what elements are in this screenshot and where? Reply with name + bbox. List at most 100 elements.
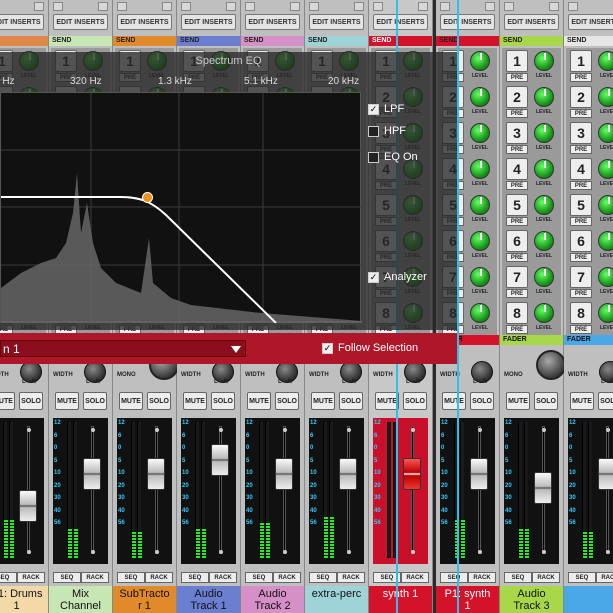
send-level-knob[interactable] [534, 123, 554, 143]
seq-button[interactable]: SEQ [309, 572, 337, 583]
solo-button[interactable]: SOLO [339, 392, 363, 410]
send-level-knob[interactable] [534, 303, 554, 323]
send-button[interactable]: 6 [506, 230, 528, 252]
pre-button[interactable]: PRE [570, 253, 592, 262]
analyzer-checkbox[interactable]: ✓ Analyzer [368, 271, 427, 283]
rack-button[interactable]: RACK [209, 572, 237, 583]
rack-button[interactable]: RACK [337, 572, 365, 583]
volume-fader[interactable] [403, 457, 421, 490]
send-button[interactable]: 1 [506, 50, 528, 72]
rack-button[interactable]: RACK [401, 572, 429, 583]
insert-led[interactable] [418, 2, 428, 11]
insert-led[interactable] [504, 2, 514, 11]
mute-button[interactable]: MUTE [442, 392, 466, 410]
hpf-checkbox[interactable]: HPF [368, 125, 406, 137]
rack-button[interactable]: RACK [532, 572, 560, 583]
channel-name[interactable]: P1: Drums1 [0, 586, 48, 613]
solo-button[interactable]: SOLO [470, 392, 494, 410]
follow-selection-checkbox[interactable]: ✓ Follow Selection [322, 342, 418, 354]
insert-led[interactable] [162, 2, 172, 11]
send-button[interactable]: 3 [570, 122, 592, 144]
insert-led[interactable] [354, 2, 364, 11]
pan-knob[interactable] [536, 350, 566, 380]
mute-button[interactable]: MUTE [570, 392, 594, 410]
insert-led[interactable] [226, 2, 236, 11]
pre-button[interactable]: PRE [506, 145, 528, 154]
checkbox-box[interactable]: ✓ [368, 271, 379, 283]
rack-button[interactable]: RACK [596, 572, 613, 583]
send-level-knob[interactable] [470, 303, 490, 323]
edit-inserts-button[interactable]: EDIT INSERTS [181, 14, 236, 30]
seq-button[interactable]: SEQ [440, 572, 468, 583]
rack-button[interactable]: RACK [17, 572, 45, 583]
channel-name[interactable]: Audio Track 1 [177, 586, 240, 613]
lpf-checkbox[interactable]: ✓ LPF [368, 103, 404, 115]
insert-led[interactable] [98, 2, 108, 11]
mute-button[interactable]: MUTE [506, 392, 530, 410]
send-button[interactable]: 3 [506, 122, 528, 144]
send-level-knob[interactable] [598, 51, 613, 71]
checkbox-box[interactable]: ✓ [368, 103, 379, 115]
seq-button[interactable]: SEQ [53, 572, 81, 583]
mute-button[interactable]: MUTE [247, 392, 271, 410]
send-button[interactable]: 6 [570, 230, 592, 252]
edit-inserts-button[interactable]: EDIT INSERTS [568, 14, 613, 30]
send-level-knob[interactable] [470, 51, 490, 71]
checkbox-box[interactable] [368, 151, 379, 163]
pre-button[interactable]: PRE [506, 217, 528, 226]
chevron-down-icon[interactable] [231, 346, 241, 353]
insert-led[interactable] [117, 2, 127, 11]
solo-button[interactable]: SOLO [403, 392, 427, 410]
insert-led[interactable] [373, 2, 383, 11]
seq-button[interactable]: SEQ [117, 572, 145, 583]
pre-button[interactable]: PRE [506, 253, 528, 262]
pre-button[interactable]: PRE [570, 289, 592, 298]
solo-button[interactable]: SOLO [147, 392, 171, 410]
volume-fader[interactable] [534, 472, 552, 505]
send-level-knob[interactable] [598, 159, 613, 179]
eq-on-checkbox[interactable]: EQ On [368, 151, 418, 163]
send-level-knob[interactable] [534, 159, 554, 179]
pre-button[interactable]: PRE [506, 181, 528, 190]
pre-button[interactable]: PRE [570, 217, 592, 226]
pre-button[interactable]: PRE [570, 73, 592, 82]
send-button[interactable]: 8 [506, 302, 528, 324]
edit-inserts-button[interactable]: EDIT INSERTS [440, 14, 495, 30]
solo-button[interactable]: SOLO [19, 392, 43, 410]
send-button[interactable]: 1 [570, 50, 592, 72]
volume-fader[interactable] [598, 457, 613, 490]
send-button[interactable]: 2 [506, 86, 528, 108]
pre-button[interactable]: PRE [506, 325, 528, 334]
seq-button[interactable]: SEQ [245, 572, 273, 583]
pre-button[interactable]: PRE [570, 145, 592, 154]
insert-led[interactable] [309, 2, 319, 11]
send-level-knob[interactable] [534, 195, 554, 215]
pre-button[interactable]: PRE [570, 181, 592, 190]
insert-led[interactable] [181, 2, 191, 11]
send-button[interactable]: 7 [570, 266, 592, 288]
pre-button[interactable]: PRE [506, 73, 528, 82]
pre-button[interactable]: PRE [570, 109, 592, 118]
send-level-knob[interactable] [470, 159, 490, 179]
solo-button[interactable]: SOLO [211, 392, 235, 410]
solo-button[interactable]: SOLO [275, 392, 299, 410]
send-button[interactable]: 5 [506, 194, 528, 216]
mute-button[interactable]: MUTE [311, 392, 335, 410]
pre-button[interactable]: PRE [506, 289, 528, 298]
send-level-knob[interactable] [534, 231, 554, 251]
seq-button[interactable]: SEQ [504, 572, 532, 583]
mute-button[interactable]: MUTE [55, 392, 79, 410]
insert-led[interactable] [290, 2, 300, 11]
send-level-knob[interactable] [470, 87, 490, 107]
send-level-knob[interactable] [598, 123, 613, 143]
send-button[interactable]: 4 [570, 158, 592, 180]
eq-graph[interactable] [0, 92, 362, 324]
volume-fader[interactable] [19, 489, 37, 522]
rack-button[interactable]: RACK [145, 572, 173, 583]
pre-button[interactable]: PRE [506, 109, 528, 118]
solo-button[interactable]: SOLO [598, 392, 613, 410]
send-level-knob[interactable] [470, 267, 490, 287]
rack-button[interactable]: RACK [468, 572, 496, 583]
insert-led[interactable] [549, 2, 559, 11]
seq-button[interactable]: SEQ [568, 572, 596, 583]
